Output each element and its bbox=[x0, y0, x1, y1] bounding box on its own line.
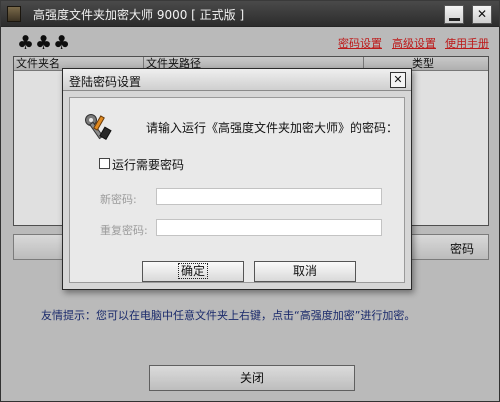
dialog-close-button[interactable]: ✕ bbox=[390, 72, 406, 88]
ok-button[interactable]: 确定 bbox=[142, 261, 244, 282]
repeat-password-input[interactable] bbox=[156, 219, 382, 236]
dialog-body: 请输入运行《高强度文件夹加密大师》的密码： 运行需要密码 新密码: 重复密码: … bbox=[69, 97, 405, 283]
minimize-button[interactable] bbox=[444, 5, 464, 24]
repeat-password-label: 重复密码: bbox=[100, 224, 148, 237]
cancel-button[interactable]: 取消 bbox=[254, 261, 356, 282]
new-password-label: 新密码: bbox=[100, 193, 137, 206]
new-password-input[interactable] bbox=[156, 188, 382, 205]
login-password-dialog: 登陆密码设置 ✕ 请输入运行《高强度文件夹加密大师》的密码： 运行需要密码 新密… bbox=[62, 68, 412, 290]
close-window-button[interactable]: ✕ bbox=[472, 5, 492, 24]
title-bar[interactable]: 高强度文件夹加密大师 9000 [ 正式版 ] ✕ bbox=[1, 1, 499, 27]
app-icon bbox=[7, 6, 21, 22]
keys-icon bbox=[85, 114, 112, 141]
dialog-title-bar[interactable]: 登陆密码设置 ✕ bbox=[63, 69, 411, 91]
password-prompt: 请输入运行《高强度文件夹加密大师》的密码： bbox=[146, 121, 399, 135]
ok-button-label: 确定 bbox=[177, 263, 208, 279]
checkbox-box[interactable] bbox=[99, 158, 110, 169]
window-title: 高强度文件夹加密大师 9000 [ 正式版 ] bbox=[33, 8, 245, 22]
minimize-icon bbox=[449, 18, 460, 21]
close-icon: ✕ bbox=[393, 73, 403, 86]
close-icon: ✕ bbox=[476, 7, 488, 21]
dialog-title: 登陆密码设置 bbox=[69, 75, 142, 89]
checkbox-label[interactable]: 运行需要密码 bbox=[112, 156, 184, 173]
